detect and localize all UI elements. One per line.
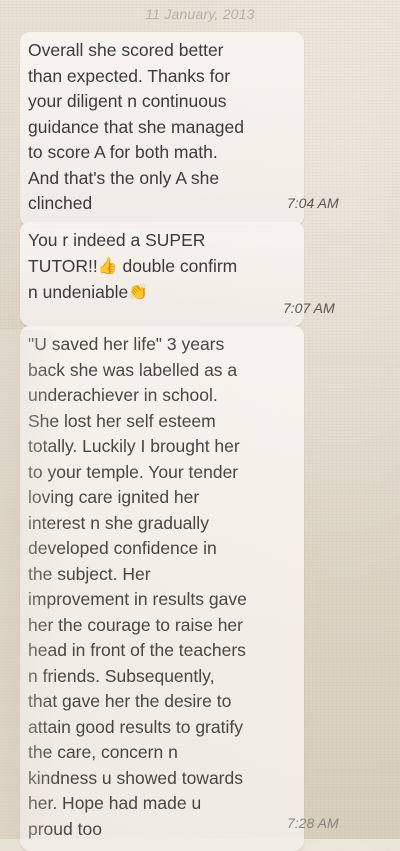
message-bubble-2[interactable]: You r indeed a SUPER TUTOR!!👍 double con… (20, 222, 304, 326)
message-bubble-3[interactable]: "U saved her life" 3 years back she was … (20, 326, 304, 851)
message-text-3: "U saved her life" 3 years back she was … (28, 334, 247, 839)
message-time-2: 7:07 AM (283, 300, 335, 316)
message-2-line-2-b: double confirm (117, 255, 238, 276)
message-2-line-3-text: n undeniable (28, 281, 129, 302)
date-header: 11 January, 2013 (145, 6, 255, 22)
message-bubble-1[interactable]: Overall she scored better than expected.… (20, 32, 304, 226)
thumbs-up-icon: 👍 (97, 258, 118, 276)
clapping-hands-icon: 👏 (128, 284, 149, 302)
message-time-3: 7:28 AM (287, 815, 339, 831)
message-text-1: Overall she scored better than expected.… (28, 40, 244, 213)
message-2-line-2: TUTOR!!👍 double confirm (28, 254, 296, 280)
message-2-line-3: n undeniable👏 (28, 280, 296, 306)
message-2-line-1: You r indeed a SUPER (28, 230, 206, 250)
message-time-1: 7:04 AM (287, 195, 339, 211)
message-2-line-2-a: TUTOR!! (28, 255, 98, 276)
